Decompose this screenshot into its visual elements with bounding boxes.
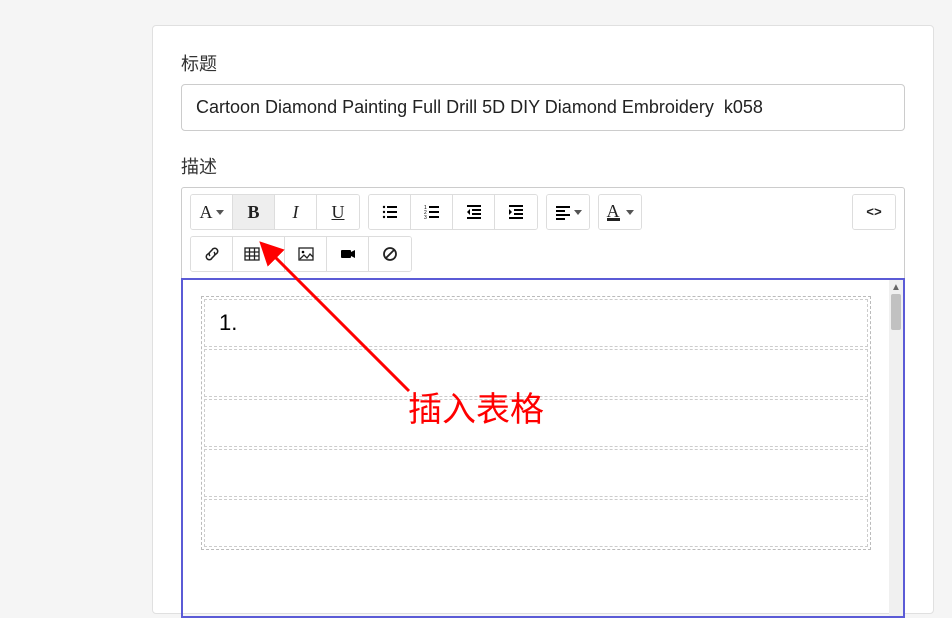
ordered-list-button[interactable]: 123	[411, 195, 453, 229]
table-button[interactable]	[233, 237, 285, 271]
form-card: 标题 描述 A B I U	[152, 25, 934, 614]
caret-down-icon	[216, 210, 224, 215]
underline-button[interactable]: U	[317, 195, 359, 229]
indent-icon	[508, 204, 524, 220]
scrollbar[interactable]: ▲	[889, 280, 903, 616]
table-icon	[244, 246, 260, 262]
indent-button[interactable]	[495, 195, 537, 229]
bold-button[interactable]: B	[233, 195, 275, 229]
table-row[interactable]: 1.	[204, 299, 868, 347]
table-row[interactable]	[204, 449, 868, 497]
code-view-group: <>	[852, 194, 896, 230]
table-row[interactable]	[204, 399, 868, 447]
image-icon	[298, 246, 314, 262]
editor-toolbar-row-2	[182, 236, 904, 278]
editor-document[interactable]: 1.	[183, 280, 889, 616]
unordered-list-button[interactable]	[369, 195, 411, 229]
rich-text-editor: A B I U 123	[181, 187, 905, 618]
outdent-button[interactable]	[453, 195, 495, 229]
link-icon	[204, 246, 220, 262]
font-style-group: A B I U	[190, 194, 360, 230]
svg-text:3: 3	[424, 215, 427, 220]
inserted-table[interactable]: 1.	[201, 296, 871, 550]
caret-down-icon	[574, 210, 582, 215]
title-label: 标题	[181, 50, 905, 76]
caret-down-icon	[626, 210, 634, 215]
scroll-up-icon[interactable]: ▲	[889, 280, 903, 294]
video-button[interactable]	[327, 237, 369, 271]
remove-format-button[interactable]	[369, 237, 411, 271]
table-cell[interactable]	[204, 399, 868, 447]
description-label: 描述	[181, 153, 905, 179]
video-icon	[340, 246, 356, 262]
font-family-button[interactable]: A	[191, 195, 233, 229]
outdent-icon	[466, 204, 482, 220]
editor-content-area[interactable]: 1. ▲	[181, 278, 905, 618]
list-indent-group: 123	[368, 194, 538, 230]
align-button[interactable]	[547, 195, 589, 229]
ban-icon	[382, 246, 398, 262]
title-input[interactable]	[181, 84, 905, 131]
image-button[interactable]	[285, 237, 327, 271]
link-button[interactable]	[191, 237, 233, 271]
code-view-button[interactable]: <>	[853, 195, 895, 229]
caret-down-icon	[266, 252, 274, 257]
table-cell[interactable]	[204, 449, 868, 497]
scroll-thumb[interactable]	[891, 294, 901, 330]
list-ul-icon	[382, 204, 398, 220]
table-cell[interactable]	[204, 349, 868, 397]
align-left-icon	[555, 204, 571, 220]
table-row[interactable]	[204, 499, 868, 547]
insert-group	[190, 236, 412, 272]
list-ol-icon: 123	[424, 204, 440, 220]
table-cell[interactable]	[204, 499, 868, 547]
italic-button[interactable]: I	[275, 195, 317, 229]
text-color-group: A	[598, 194, 642, 230]
text-color-button[interactable]: A	[599, 195, 641, 229]
editor-toolbar-row-1: A B I U 123	[182, 188, 904, 236]
table-cell[interactable]: 1.	[204, 299, 868, 347]
table-row[interactable]	[204, 349, 868, 397]
align-group	[546, 194, 590, 230]
